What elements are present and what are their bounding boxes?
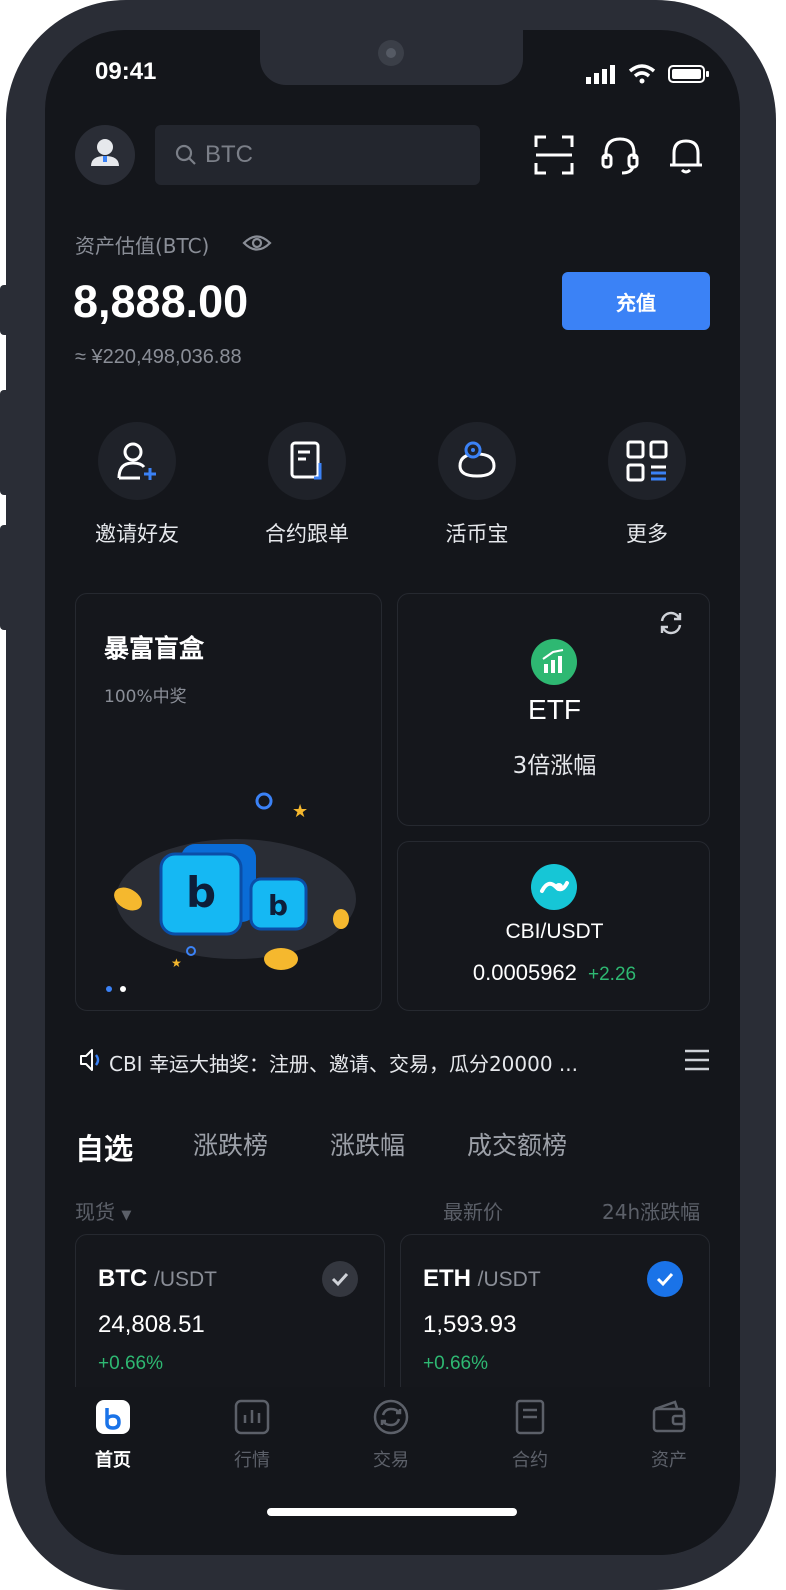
camera [378, 40, 404, 66]
market-icon [234, 1399, 270, 1435]
nav-label: 首页 [95, 1450, 131, 1471]
promo-title: 暴富盲盒 [104, 634, 205, 663]
more-grid-icon [608, 422, 686, 500]
nav-label: 资产 [651, 1450, 687, 1471]
cbi-ticker-card[interactable]: CBI/USDT 0.0005962 +2.26 [397, 841, 710, 1011]
asset-cny-value: ≈ ¥220,498,036.88 [75, 346, 242, 368]
quick-action-label: 邀请好友 [95, 522, 179, 546]
quick-action-invite[interactable]: 邀请好友 [52, 422, 222, 548]
home-indicator[interactable] [267, 1508, 517, 1516]
spot-filter-dropdown[interactable]: 现货 ▼ [75, 1196, 131, 1225]
etf-card[interactable]: ETF 3倍涨幅 [397, 593, 710, 826]
battery-icon [668, 65, 709, 83]
tab-volume[interactable]: 成交额榜 [467, 1126, 567, 1162]
home-icon [96, 1400, 130, 1434]
signal-icon [586, 65, 615, 84]
scan-icon[interactable] [532, 133, 576, 177]
tab-change-percent[interactable]: 涨跌幅 [330, 1126, 405, 1162]
search-input[interactable]: BTC [155, 125, 480, 185]
ticker-change: +2.26 [588, 964, 637, 985]
pair-label: ETH /USDT [423, 1265, 541, 1293]
favorite-check-icon[interactable] [322, 1261, 358, 1297]
favorite-check-icon[interactable] [647, 1261, 683, 1297]
pair-quote: /USDT [477, 1268, 541, 1291]
status-icons [586, 64, 710, 84]
menu-list-icon[interactable] [683, 1047, 711, 1073]
ticker-pair: CBI/USDT [505, 920, 604, 943]
wifi-icon [628, 64, 656, 84]
pair-price: 1,593.93 [423, 1311, 517, 1338]
svg-text:b: b [268, 889, 288, 922]
search-icon [175, 144, 196, 165]
tab-gainers-losers[interactable]: 涨跌榜 [193, 1126, 268, 1162]
announcement-text[interactable]: CBI 幸运大抽奖：注册、邀请、交易，瓜分20000 ... [109, 1048, 629, 1077]
nav-market[interactable]: 行情 [212, 1399, 292, 1472]
asset-label: 资产估值(BTC) [75, 234, 210, 258]
side-button-mute [0, 285, 10, 335]
pair-quote: /USDT [154, 1268, 217, 1291]
nav-assets[interactable]: 资产 [629, 1399, 709, 1472]
eye-icon[interactable] [242, 232, 272, 254]
pair-label: BTC /USDT [98, 1265, 217, 1293]
nav-label: 合约 [512, 1450, 548, 1471]
side-button-volume-up [0, 390, 10, 495]
pair-price: 24,808.51 [98, 1311, 205, 1338]
spot-label: 现货 [75, 1200, 115, 1224]
trade-icon [373, 1399, 409, 1435]
pair-change: +0.66% [98, 1353, 163, 1374]
avatar[interactable] [75, 125, 135, 185]
etf-title: ETF [528, 694, 581, 725]
quick-action-label: 合约跟单 [265, 522, 349, 546]
status-time: 09:41 [95, 58, 157, 85]
wallet-icon [652, 1400, 686, 1433]
svg-text:b: b [186, 868, 216, 917]
carousel-dot-active[interactable] [106, 986, 112, 992]
side-button-volume-down [0, 525, 10, 630]
copy-trade-icon [268, 422, 346, 500]
tab-favorites[interactable]: 自选 [75, 1126, 133, 1168]
quick-action-more[interactable]: 更多 [562, 422, 732, 548]
nav-home[interactable]: 首页 [73, 1399, 153, 1472]
quick-action-label: 活币宝 [445, 522, 509, 546]
speaker-icon [80, 1049, 100, 1071]
nav-trade[interactable]: 交易 [351, 1399, 431, 1472]
bell-icon[interactable] [664, 133, 708, 177]
refresh-icon[interactable] [658, 610, 684, 636]
pair-base: ETH [423, 1265, 471, 1292]
customer-service-icon[interactable] [598, 133, 642, 177]
quick-action-label: 更多 [626, 522, 668, 546]
nav-label: 交易 [373, 1450, 409, 1471]
invite-friend-icon [98, 422, 176, 500]
nav-contract[interactable]: 合约 [490, 1399, 570, 1472]
etf-subtitle: 3倍涨幅 [512, 753, 597, 779]
blind-box-illustration: b b ★ ★ [114, 792, 356, 970]
user-icon [91, 139, 119, 166]
etf-growth-icon [531, 639, 577, 685]
blind-box-promo-card[interactable]: 暴富盲盒 100%中奖 b b ★ ★ [75, 593, 382, 1011]
change-24h-header[interactable]: 24h涨跌幅 [602, 1196, 700, 1225]
cbi-coin-icon [531, 864, 577, 910]
contract-icon [515, 1399, 545, 1435]
caret-down-icon: ▼ [121, 1208, 132, 1223]
bottom-nav: 首页 行情 交易 合约 资产 [45, 1387, 740, 1555]
nav-label: 行情 [234, 1450, 270, 1471]
ticker-price: 0.0005962 [472, 960, 577, 985]
promo-subtitle: 100%中奖 [104, 687, 187, 707]
ticker-values: 0.0005962 +2.26 [398, 960, 711, 986]
screen: 09:41 BTC 资产估值(BTC) 8,888.00 ≈ ¥220,498,… [45, 30, 740, 1555]
pair-change: +0.66% [423, 1353, 488, 1374]
svg-text:★: ★ [171, 956, 182, 970]
quick-action-copy-trade[interactable]: 合约跟单 [222, 422, 392, 548]
pair-base: BTC [98, 1265, 148, 1292]
recharge-button[interactable]: 充值 [562, 272, 710, 330]
notch [260, 30, 523, 85]
svg-text:★: ★ [292, 801, 308, 822]
latest-price-header[interactable]: 最新价 [443, 1196, 503, 1225]
carousel-dot[interactable] [120, 986, 126, 992]
quick-action-piggy-bank[interactable]: 活币宝 [392, 422, 562, 548]
piggy-bank-icon [438, 422, 516, 500]
asset-value: 8,888.00 [73, 276, 249, 327]
search-placeholder: BTC [205, 141, 253, 168]
